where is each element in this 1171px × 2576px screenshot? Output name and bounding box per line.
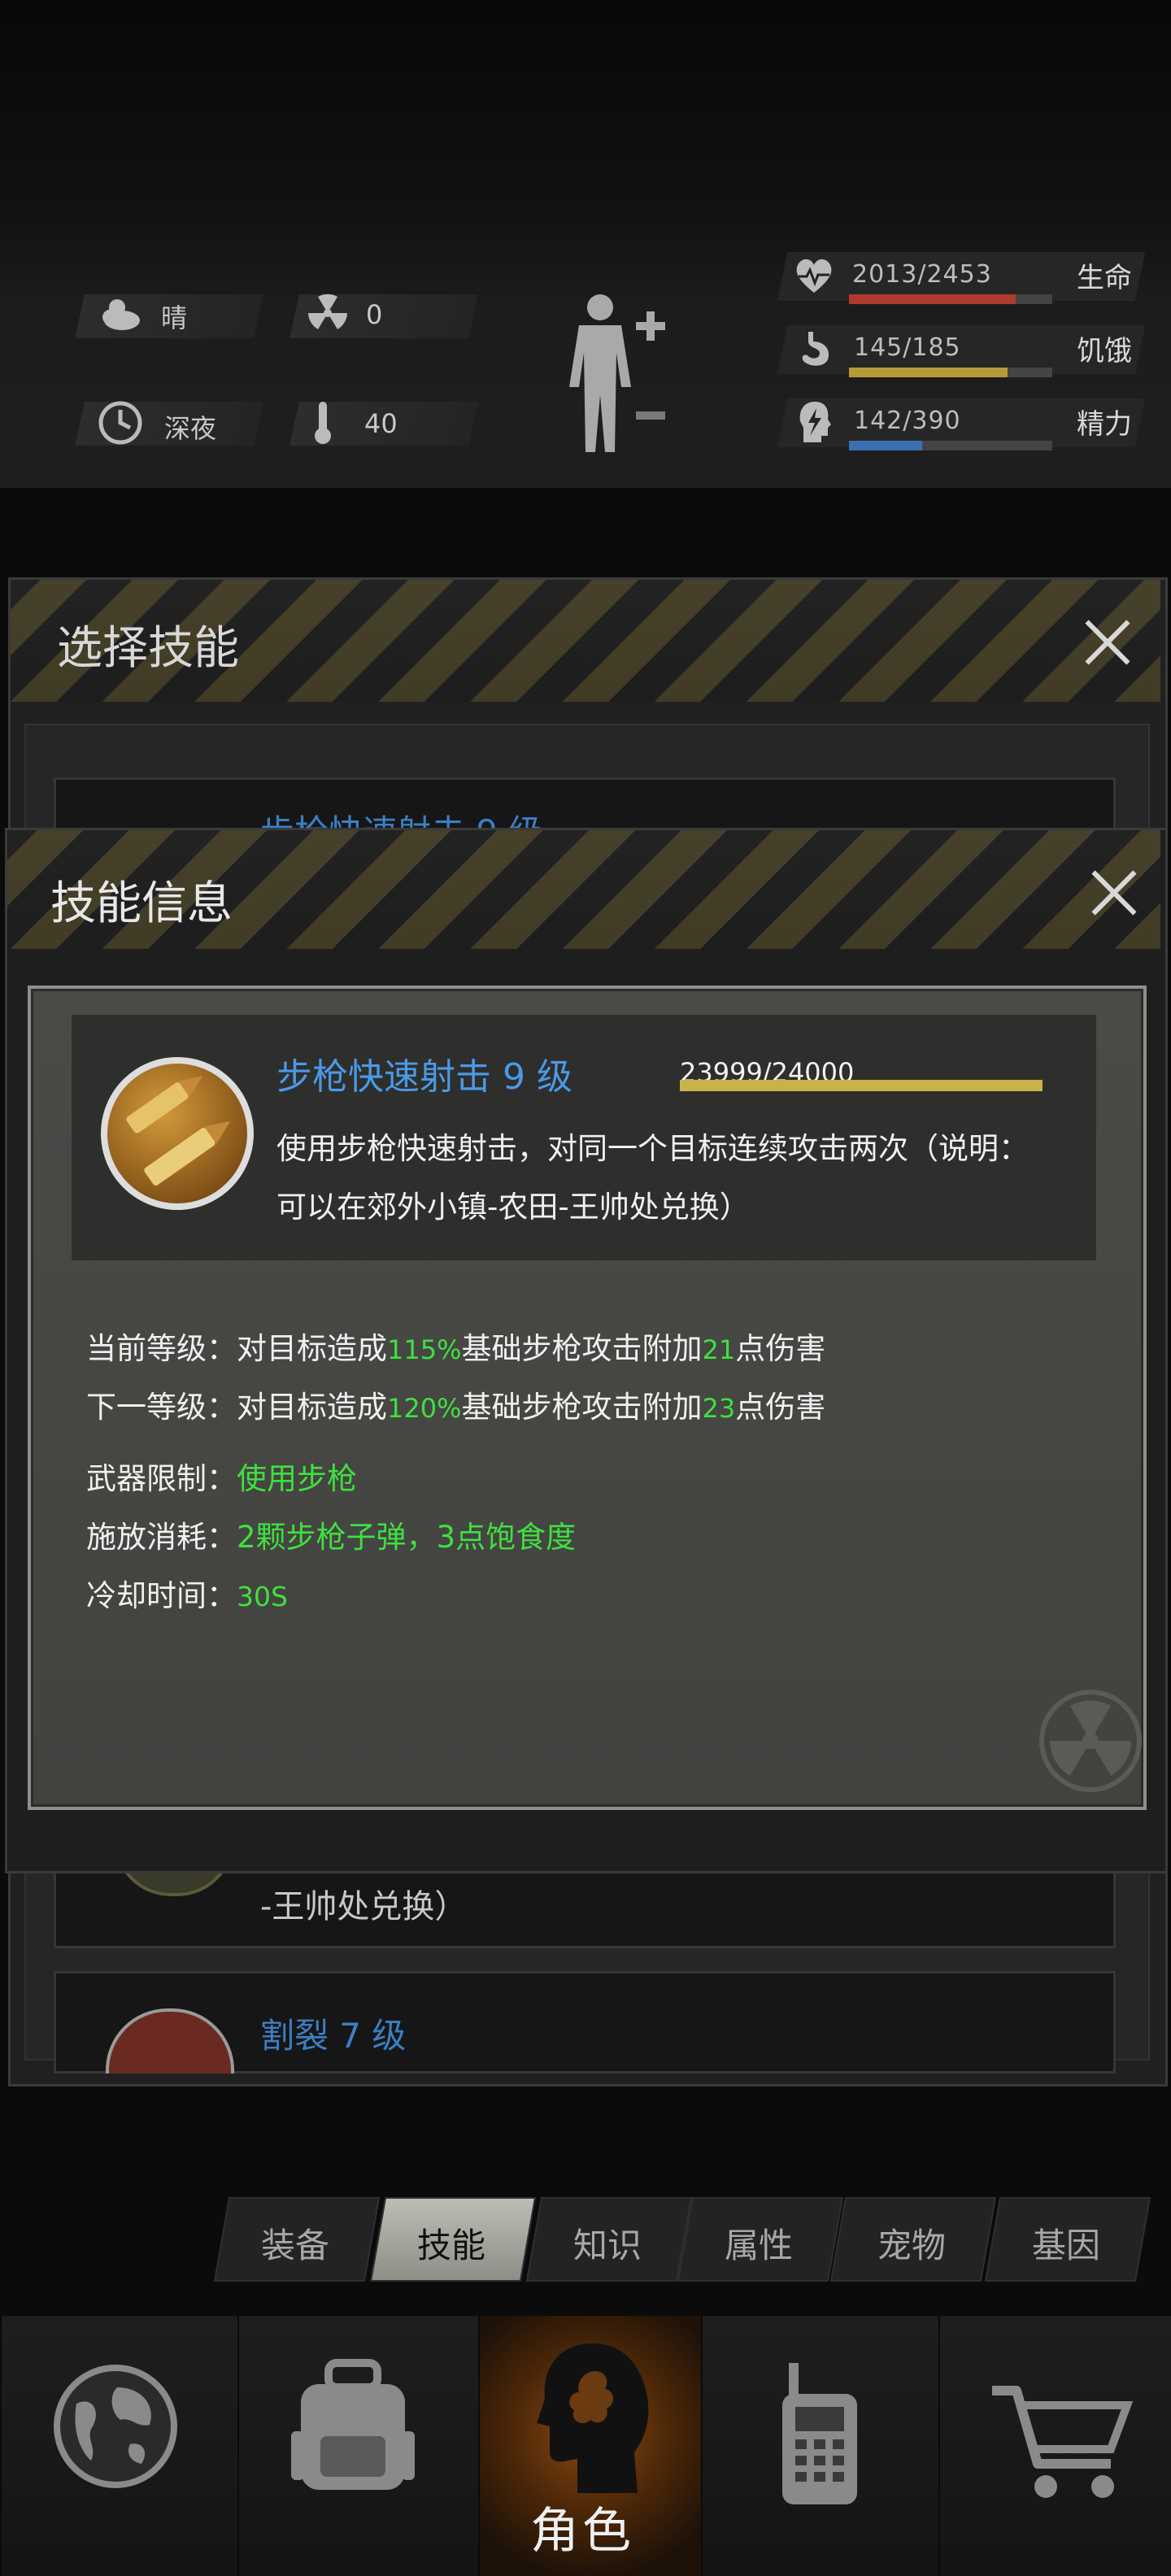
hunger-bar	[849, 368, 1052, 377]
shopping-cart-icon	[992, 2386, 1134, 2498]
next-level-pre: 对目标造成	[237, 1390, 387, 1425]
nav-character-label: 角色	[530, 2503, 634, 2560]
radio-icon	[782, 2363, 857, 2504]
energy-head-icon	[799, 402, 831, 442]
globe-icon	[54, 2365, 177, 2488]
weapon-restriction-label: 武器限制：	[86, 1461, 237, 1496]
cast-cost-label: 施放消耗：	[86, 1520, 237, 1555]
list-item-desc: -王帅处兑换）	[260, 1888, 468, 1925]
cloudy-sun-icon	[102, 299, 140, 330]
current-level-mid: 基础步枪攻击附加	[461, 1331, 703, 1366]
character-head-icon	[537, 2343, 649, 2493]
hunger-label: 饥饿	[1077, 335, 1132, 368]
heart-icon	[796, 259, 832, 293]
select-dialog-title: 选择技能	[57, 622, 239, 675]
tab-knowledge-label: 知识	[572, 2226, 642, 2265]
energy-value: 142/390	[854, 407, 961, 435]
body-figure-icon[interactable]	[561, 289, 675, 460]
tab-skills-label: 技能	[416, 2226, 485, 2265]
weapon-restriction-row: 武器限制：使用步枪	[86, 1454, 357, 1498]
energy-bar-fill	[849, 441, 922, 450]
current-level-label: 当前等级：	[86, 1331, 237, 1366]
radiation-watermark-icon	[1039, 1690, 1142, 1792]
radiation-icon	[308, 294, 347, 329]
current-level-post: 点伤害	[735, 1331, 826, 1366]
current-level-damage: 21	[702, 1334, 736, 1365]
next-level-mid: 基础步枪攻击附加	[461, 1390, 703, 1425]
weapon-restriction-value: 使用步枪	[237, 1461, 357, 1496]
next-level-label: 下一等级：	[86, 1390, 237, 1425]
health-value: 2013/2453	[852, 260, 992, 289]
radiation-value: 0	[366, 299, 383, 330]
select-dialog-close-icon[interactable]	[1083, 618, 1132, 667]
info-dialog-title: 技能信息	[50, 877, 233, 930]
backpack-icon	[291, 2359, 415, 2490]
skill-description-line1: 使用步枪快速射击，对同一个目标连续攻击两次（说明：	[276, 1131, 1029, 1166]
current-level-row: 当前等级：对目标造成115%基础步枪攻击附加21点伤害	[86, 1324, 825, 1368]
clock-icon	[98, 401, 142, 445]
cast-cost-row: 施放消耗：2颗步枪子弹，3点饱食度	[86, 1512, 576, 1556]
skill-exp-bar	[680, 1080, 1043, 1091]
weather-label: 晴	[161, 302, 188, 333]
tab-equipment-label: 装备	[260, 2226, 329, 2265]
current-level-pre: 对目标造成	[237, 1331, 387, 1366]
time-label: 深夜	[164, 413, 217, 444]
tab-attributes-label: 属性	[724, 2226, 793, 2265]
skill-name: 步枪快速射击 9 级	[276, 1056, 572, 1098]
cooldown-label: 冷却时间：	[86, 1578, 237, 1613]
next-level-damage: 23	[702, 1393, 736, 1424]
current-level-percent: 115%	[387, 1334, 462, 1365]
energy-bar	[849, 441, 1052, 450]
hunger-value: 145/185	[854, 333, 961, 362]
cooldown-value: 30S	[237, 1581, 288, 1612]
info-dialog-close-icon[interactable]	[1090, 868, 1138, 917]
health-bar-fill	[849, 294, 1016, 304]
bullets-icon	[101, 1057, 254, 1210]
list-item-name: 割裂 7 级	[260, 2016, 407, 2056]
cooldown-row: 冷却时间：30S	[86, 1571, 288, 1615]
energy-label: 精力	[1077, 408, 1132, 441]
health-label: 生命	[1077, 262, 1132, 294]
tab-pets-label: 宠物	[877, 2226, 946, 2265]
thermometer-icon	[315, 402, 331, 444]
tab-genes-label: 基因	[1031, 2226, 1100, 2265]
temperature-value: 40	[364, 408, 398, 439]
skill-description-line2: 可以在郊外小镇-农田-王帅处兑换）	[276, 1190, 750, 1225]
cast-cost-value: 2颗步枪子弹，3点饱食度	[237, 1520, 577, 1555]
next-level-percent: 120%	[387, 1393, 462, 1424]
health-bar	[849, 294, 1052, 304]
stomach-icon	[802, 332, 829, 366]
next-level-row: 下一等级：对目标造成120%基础步枪攻击附加23点伤害	[86, 1382, 825, 1426]
hunger-bar-fill	[849, 368, 1008, 377]
skill-exp-bar-fill	[680, 1080, 1043, 1091]
next-level-post: 点伤害	[735, 1390, 826, 1425]
